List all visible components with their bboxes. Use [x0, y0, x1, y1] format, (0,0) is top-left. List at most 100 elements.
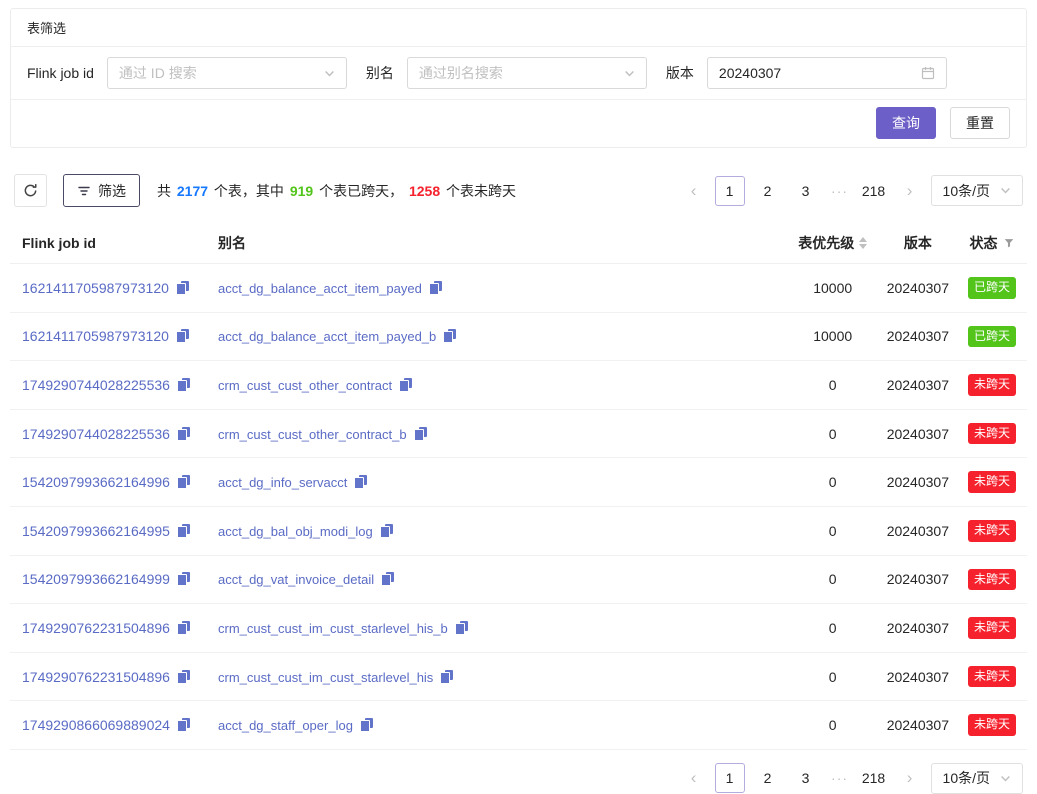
- page-button-2[interactable]: 2: [753, 176, 783, 206]
- page-button-last[interactable]: 218: [859, 176, 889, 206]
- table-row: 1621411705987973120 acct_dg_balance_acct…: [10, 312, 1027, 361]
- version-cell: 20240307: [879, 409, 957, 458]
- col-header-job-id: Flink job id: [10, 223, 210, 264]
- alias-link[interactable]: acct_dg_info_servacct: [218, 475, 347, 490]
- calendar-icon: [921, 66, 935, 80]
- alias-link[interactable]: crm_cust_cust_im_cust_starlevel_his: [218, 670, 433, 685]
- version-cell: 20240307: [879, 264, 957, 313]
- copy-icon[interactable]: [440, 670, 453, 684]
- job-id-link[interactable]: 1621411705987973120: [22, 280, 169, 296]
- copy-icon[interactable]: [429, 281, 442, 295]
- flink-job-id-placeholder: 通过 ID 搜索: [119, 63, 197, 83]
- status-badge: 未跨天: [968, 714, 1016, 736]
- flink-job-id-select[interactable]: 通过 ID 搜索: [107, 57, 347, 89]
- chevron-down-icon: [1000, 773, 1011, 784]
- status-badge: 未跨天: [968, 374, 1016, 396]
- status-badge: 未跨天: [968, 520, 1016, 542]
- copy-icon[interactable]: [177, 670, 190, 684]
- job-id-link[interactable]: 1542097993662164996: [22, 474, 170, 490]
- page-ellipsis[interactable]: ···: [829, 770, 851, 786]
- job-id-link[interactable]: 1749290762231504896: [22, 620, 170, 636]
- copy-icon[interactable]: [177, 378, 190, 392]
- alias-select[interactable]: 通过别名搜索: [407, 57, 647, 89]
- copy-icon[interactable]: [177, 718, 190, 732]
- job-id-link[interactable]: 1542097993662164995: [22, 523, 170, 539]
- alias-link[interactable]: acct_dg_balance_acct_item_payed_b: [218, 329, 436, 344]
- copy-icon[interactable]: [177, 427, 190, 441]
- copy-icon[interactable]: [177, 621, 190, 635]
- copy-icon[interactable]: [177, 524, 190, 538]
- copy-icon[interactable]: [381, 572, 394, 586]
- col-header-priority[interactable]: 表优先级: [787, 223, 879, 264]
- page-button-1[interactable]: 1: [715, 763, 745, 793]
- version-date-value: 20240307: [719, 65, 781, 81]
- copy-icon[interactable]: [177, 475, 190, 489]
- total-count: 2177: [175, 183, 210, 199]
- copy-icon[interactable]: [455, 621, 468, 635]
- col-header-version: 版本: [879, 223, 957, 264]
- copy-icon[interactable]: [360, 718, 373, 732]
- reset-button[interactable]: 重置: [950, 107, 1010, 139]
- alias-link[interactable]: acct_dg_bal_obj_modi_log: [218, 524, 373, 539]
- priority-cell: 0: [787, 506, 879, 555]
- page-size-select[interactable]: 10条/页: [931, 763, 1023, 794]
- page-button-3[interactable]: 3: [791, 176, 821, 206]
- copy-icon[interactable]: [380, 524, 393, 538]
- col-header-status: 状态: [957, 223, 1027, 264]
- page-size-select[interactable]: 10条/页: [931, 175, 1023, 206]
- alias-link[interactable]: crm_cust_cust_other_contract: [218, 378, 392, 393]
- page-size-label: 10条/页: [943, 768, 990, 788]
- refresh-icon: [23, 183, 38, 198]
- page-button-3[interactable]: 3: [791, 763, 821, 793]
- query-button[interactable]: 查询: [876, 107, 936, 139]
- job-id-link[interactable]: 1749290744028225536: [22, 377, 170, 393]
- version-cell: 20240307: [879, 506, 957, 555]
- priority-cell: 0: [787, 458, 879, 507]
- copy-icon[interactable]: [399, 378, 412, 392]
- job-id-link[interactable]: 1749290762231504896: [22, 669, 170, 685]
- copy-icon[interactable]: [354, 475, 367, 489]
- alias-link[interactable]: acct_dg_vat_invoice_detail: [218, 572, 374, 587]
- summary-seg3: 个表已跨天，: [315, 183, 407, 199]
- filter-funnel-icon[interactable]: [1003, 237, 1015, 249]
- table-row: 1749290762231504896 crm_cust_cust_im_cus…: [10, 604, 1027, 653]
- prev-page-button[interactable]: ‹: [681, 177, 707, 205]
- alias-label: 别名: [366, 63, 394, 83]
- page-ellipsis[interactable]: ···: [829, 183, 851, 199]
- version-cell: 20240307: [879, 701, 957, 750]
- table-row: 1749290762231504896 crm_cust_cust_im_cus…: [10, 652, 1027, 701]
- copy-icon[interactable]: [443, 329, 456, 343]
- filter-fields: Flink job id 通过 ID 搜索 别名 通过别名搜索 版本 20240…: [11, 47, 1026, 100]
- job-id-link[interactable]: 1621411705987973120: [22, 328, 169, 344]
- copy-icon[interactable]: [176, 329, 189, 343]
- alias-link[interactable]: crm_cust_cust_im_cust_starlevel_his_b: [218, 621, 448, 636]
- alias-link[interactable]: acct_dg_staff_oper_log: [218, 718, 353, 733]
- version-cell: 20240307: [879, 604, 957, 653]
- job-id-link[interactable]: 1542097993662164999: [22, 571, 170, 587]
- next-page-button[interactable]: ›: [897, 764, 923, 792]
- sort-icon[interactable]: [859, 237, 867, 249]
- page-button-2[interactable]: 2: [753, 763, 783, 793]
- table-row: 1542097993662164995 acct_dg_bal_obj_modi…: [10, 506, 1027, 555]
- version-date-input[interactable]: 20240307: [707, 57, 947, 89]
- summary-seg1: 共: [157, 183, 175, 199]
- refresh-button[interactable]: [14, 174, 47, 207]
- job-id-link[interactable]: 1749290866069889024: [22, 717, 170, 733]
- alias-link[interactable]: acct_dg_balance_acct_item_payed: [218, 281, 422, 296]
- copy-icon[interactable]: [177, 572, 190, 586]
- version-cell: 20240307: [879, 555, 957, 604]
- copy-icon[interactable]: [176, 281, 189, 295]
- priority-cell: 10000: [787, 264, 879, 313]
- priority-cell: 0: [787, 652, 879, 701]
- job-id-link[interactable]: 1749290744028225536: [22, 426, 170, 442]
- alias-link[interactable]: crm_cust_cust_other_contract_b: [218, 427, 407, 442]
- page-button-1[interactable]: 1: [715, 176, 745, 206]
- page-button-last[interactable]: 218: [859, 763, 889, 793]
- prev-page-button[interactable]: ‹: [681, 764, 707, 792]
- filter-toggle-label: 筛选: [98, 181, 126, 201]
- page-size-label: 10条/页: [943, 181, 990, 201]
- next-page-button[interactable]: ›: [897, 177, 923, 205]
- copy-icon[interactable]: [414, 427, 427, 441]
- filter-toggle-button[interactable]: 筛选: [63, 174, 140, 207]
- filter-panel: 表筛选 Flink job id 通过 ID 搜索 别名 通过别名搜索 版本: [10, 8, 1027, 148]
